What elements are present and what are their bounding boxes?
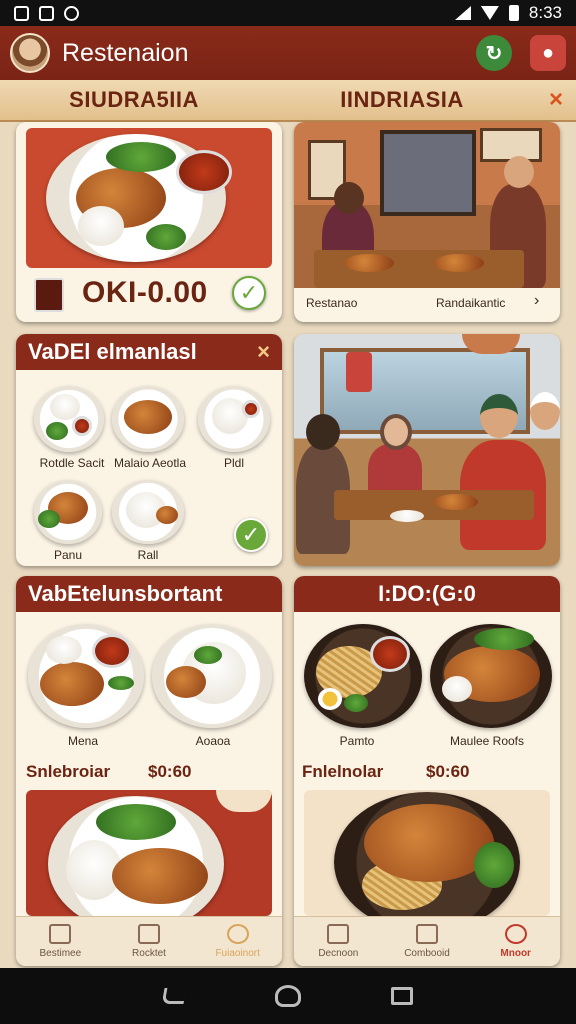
check-icon: ✓ (239, 280, 259, 305)
dish-list-header-left: VabEtelunsbortant (16, 576, 282, 612)
restaurant-scene-card[interactable]: Restanao Randaikantic › (294, 122, 560, 322)
home-icon (49, 924, 72, 944)
home-button-icon[interactable] (275, 985, 301, 1007)
nav-label: Decnoon (318, 948, 359, 959)
bottom-nav-left: Bestimee Rocktet Fuiaoinort (16, 916, 282, 966)
dish-list-header-right: I:DO:(G:0 (294, 576, 560, 612)
scene-caption-right: Randaikantic (436, 296, 506, 310)
restaurant-scene-illustration (294, 122, 560, 288)
featured-dish-photo (26, 128, 272, 268)
tab-right[interactable]: IINDRIASIA (268, 87, 536, 113)
nav-label: Fuiaoinort (215, 948, 260, 959)
menu-grid-title: VaDEl elmanlasl (28, 339, 197, 364)
close-icon[interactable]: × (257, 339, 270, 365)
dish-name: Aoaoa (195, 734, 231, 748)
user-icon: ● (541, 41, 555, 64)
app-bar: Restenaion ↻ ● (0, 26, 576, 80)
nav-item-messages[interactable]: Combooid (383, 917, 472, 966)
nav-label: Mnoor (500, 948, 531, 959)
back-icon[interactable] (161, 988, 187, 1004)
dish-list-title-right: I:DO:(G:0 (378, 581, 476, 606)
scene-caption-left: Restanao (306, 296, 358, 310)
bottom-nav-right: Decnoon Combooid Mnoor (294, 916, 560, 966)
nav-item-profile[interactable]: Mnoor (471, 917, 560, 966)
avatar[interactable] (10, 33, 50, 73)
dish-list-title-left: VabEtelunsbortant (28, 581, 223, 606)
nav-item-discover[interactable]: Decnoon (294, 917, 383, 966)
select-check-button[interactable]: ✓ (232, 276, 266, 310)
featured-dish-card[interactable]: OKI-0.00 ✓ (16, 122, 282, 322)
dish-list-card-left[interactable]: VabEtelunsbortant Mena Aoaoa Snlebroiar … (16, 576, 282, 966)
chevron-right-icon[interactable]: › (534, 292, 539, 310)
tab-bar: SIUDRA5IIA IINDRIASIA × (0, 80, 576, 122)
dish-name: Maulee Roofs (449, 734, 525, 748)
dish-name: Mena (67, 734, 99, 748)
menu-grid-header: VaDEl elmanlasl × (16, 334, 282, 370)
nav-item-search[interactable]: Fuiaoinort (193, 917, 282, 966)
system-nav-bar (0, 968, 576, 1024)
dish-list-card-right[interactable]: I:DO:(G:0 Pamto Maulee Roofs Fnlelnolar … (294, 576, 560, 966)
mail-icon (416, 924, 438, 944)
battery-icon (508, 5, 519, 21)
profile-button[interactable]: ● (530, 35, 566, 71)
profile-icon (504, 924, 527, 944)
recent-apps-icon[interactable] (391, 987, 413, 1005)
price-label: Fnlelnolar (302, 762, 384, 781)
dish-hero-photo[interactable] (304, 790, 550, 916)
nav-item-inbox[interactable]: Rocktet (105, 917, 194, 966)
diners-scene-illustration (294, 334, 560, 566)
nav-label: Rocktet (132, 948, 166, 959)
nav-label: Bestimee (39, 948, 82, 959)
signal-strength-icon (14, 5, 29, 21)
featured-price: OKI-0.00 (82, 276, 208, 309)
location-icon (64, 5, 79, 21)
nav-label: Combooid (404, 948, 450, 959)
tab-left[interactable]: SIUDRA5IIA (0, 87, 268, 113)
wifi-icon (480, 6, 499, 20)
gallery-icon (39, 5, 54, 21)
price-label: Snlebroiar (26, 762, 111, 781)
clock: 8:33 (528, 3, 562, 22)
nav-item-home[interactable]: Bestimee (16, 917, 105, 966)
status-bar: 8:33 (0, 0, 576, 26)
cell-signal-icon (454, 6, 471, 20)
close-icon[interactable]: × (536, 86, 576, 114)
drink-icon (34, 278, 64, 312)
app-title: Restenaion (62, 38, 189, 67)
menu-grid-card[interactable]: VaDEl elmanlasl × Rotdle Sacit Malaio Ae… (16, 334, 282, 566)
refresh-button[interactable]: ↻ (476, 35, 512, 71)
dish-name: Pamto (339, 734, 375, 748)
menu-item-label: Malaio Aeotla (113, 456, 187, 470)
refresh-icon: ↻ (485, 42, 503, 65)
calendar-icon (327, 924, 350, 944)
check-icon: ✓ (241, 522, 261, 547)
dish-hero-photo[interactable] (26, 790, 272, 916)
menu-item-label: Pldl (223, 456, 244, 470)
menu-item-label: Panu (53, 548, 83, 562)
search-icon (226, 924, 249, 944)
price-value: $0:60 (148, 762, 192, 781)
price-value: $0:60 (426, 762, 470, 781)
menu-item-label: Rotdle Sacit (39, 456, 105, 470)
confirm-check-button[interactable]: ✓ (234, 518, 268, 552)
menu-item-label: Rall (137, 548, 159, 562)
inbox-icon (138, 924, 160, 944)
